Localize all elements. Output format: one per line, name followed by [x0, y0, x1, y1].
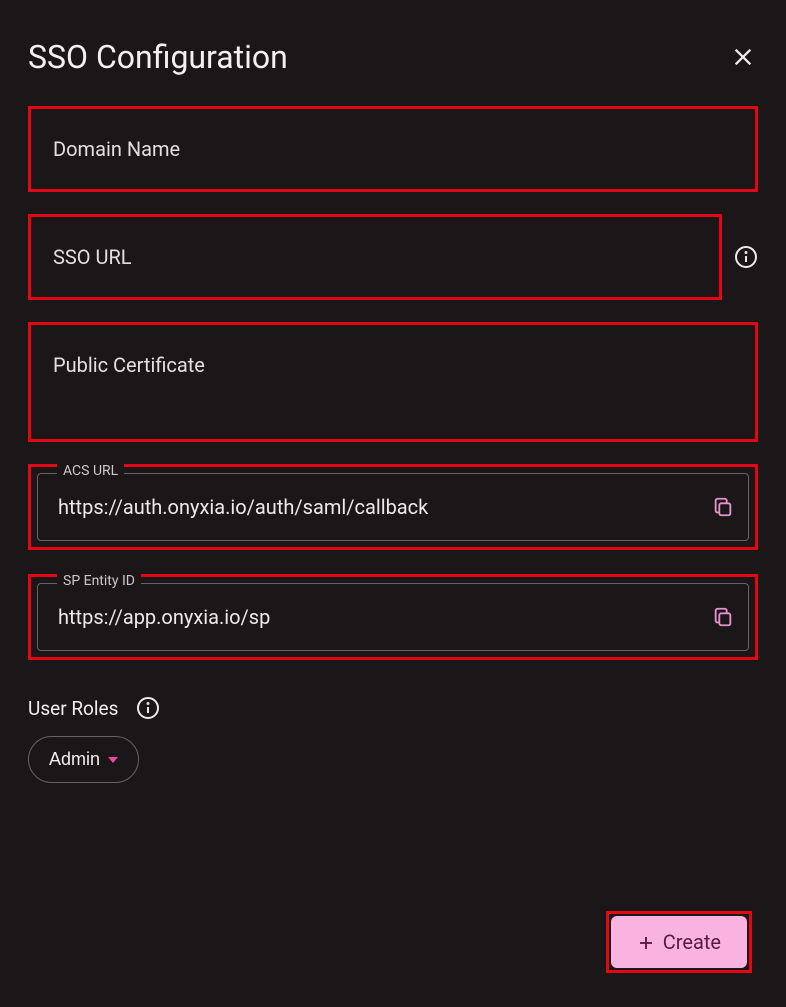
public-cert-row: [28, 322, 758, 442]
plus-icon: [637, 933, 655, 951]
create-highlight: Create: [606, 911, 752, 973]
close-icon[interactable]: [732, 46, 754, 68]
dialog-footer: Create: [606, 911, 752, 973]
sso-url-field: [28, 214, 722, 300]
create-button[interactable]: Create: [611, 916, 747, 968]
acs-url-label: ACS URL: [57, 463, 124, 479]
user-roles-label: User Roles: [28, 697, 118, 720]
acs-url-value: https://auth.onyxia.io/auth/saml/callbac…: [58, 495, 712, 519]
sp-entity-id-inner: https://app.onyxia.io/sp: [37, 583, 749, 651]
public-cert-input[interactable]: [31, 325, 755, 435]
role-selected: Admin: [49, 749, 100, 770]
acs-url-inner: https://auth.onyxia.io/auth/saml/callbac…: [37, 473, 749, 541]
user-roles-label-row: User Roles: [28, 696, 758, 720]
public-cert-field: [28, 322, 758, 442]
info-icon[interactable]: [136, 696, 160, 720]
sp-entity-id-value: https://app.onyxia.io/sp: [58, 605, 712, 629]
domain-name-input[interactable]: [31, 109, 755, 189]
role-dropdown[interactable]: Admin: [28, 736, 139, 783]
create-button-label: Create: [663, 930, 721, 954]
copy-icon[interactable]: [712, 496, 734, 518]
dialog-header: SSO Configuration: [18, 18, 768, 106]
copy-icon[interactable]: [712, 606, 734, 628]
sso-url-input[interactable]: [31, 217, 719, 297]
domain-name-row: [28, 106, 758, 192]
dialog-title: SSO Configuration: [28, 38, 288, 76]
sso-url-row: [28, 214, 758, 300]
domain-name-field: [28, 106, 758, 192]
acs-url-field: ACS URL https://auth.onyxia.io/auth/saml…: [28, 464, 758, 550]
form-area: ACS URL https://auth.onyxia.io/auth/saml…: [18, 106, 768, 783]
sp-entity-id-label: SP Entity ID: [57, 573, 141, 589]
user-roles-section: User Roles Admin: [28, 696, 758, 783]
caret-down-icon: [108, 757, 118, 763]
info-icon[interactable]: [734, 245, 758, 269]
sp-entity-id-field: SP Entity ID https://app.onyxia.io/sp: [28, 574, 758, 660]
